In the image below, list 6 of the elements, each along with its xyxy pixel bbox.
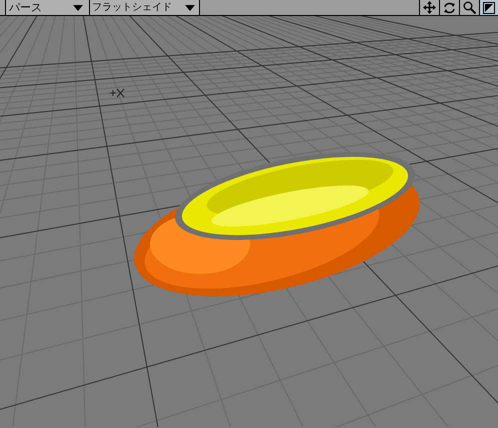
origin-marker-icon xyxy=(110,88,124,98)
view-dropdown[interactable]: パース xyxy=(6,0,90,15)
maximize-viewport-button[interactable] xyxy=(480,0,498,15)
shading-dropdown[interactable]: フラットシェイド xyxy=(90,0,200,15)
dropdown-arrow-icon xyxy=(185,4,195,10)
dropdown-arrow-icon xyxy=(73,4,83,10)
